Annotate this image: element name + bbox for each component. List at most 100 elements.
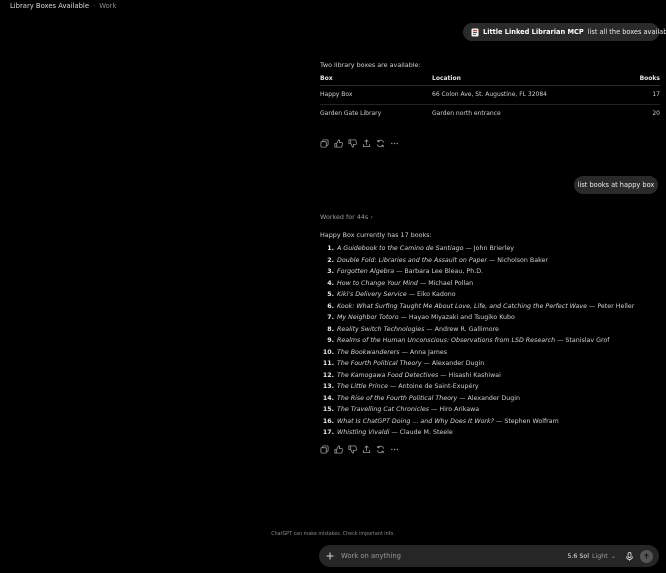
list-item: 13. The Little Prince — Antoine de Saint-… [320, 381, 634, 393]
header: Library Boxes Available · Work [10, 1, 116, 11]
thumbs-down-icon[interactable] [348, 139, 357, 148]
microphone-icon[interactable] [625, 551, 634, 561]
more-icon[interactable] [390, 139, 399, 148]
book-title: Whistling Vivaldi [337, 429, 390, 436]
book-title: How to Change Your Mind [337, 279, 418, 287]
book-title: The Travelling Cat Chronicles [337, 406, 430, 413]
copy-icon[interactable] [320, 139, 329, 148]
book-author: — Stanislav Grof [555, 337, 610, 344]
thumbs-down-icon[interactable] [348, 445, 357, 454]
more-icon[interactable] [390, 445, 399, 454]
book-author: — Barbara Lee Bleau, Ph.D. [394, 268, 484, 275]
book-number: 5. [327, 291, 334, 298]
thumbs-up-icon[interactable] [334, 139, 343, 148]
book-author: — Alexander Dugin [457, 394, 520, 402]
assistant-intro: Two library boxes are available: [320, 61, 421, 69]
book-author: — John Brierley [463, 245, 514, 252]
book-title: Double Fold: Libraries and the Assault o… [337, 256, 487, 264]
cell-books: 17 [628, 85, 660, 105]
chevron-right-icon: › [370, 213, 373, 221]
arrow-up-icon [644, 552, 649, 559]
list-item: 4. How to Change Your Mind — Michael Poll… [320, 278, 634, 290]
book-number: 10. [322, 348, 334, 356]
thumbs-up-icon[interactable] [334, 445, 343, 454]
book-title: The Kamogawa Food Detectives [337, 371, 439, 379]
book-number: 14. [322, 394, 334, 402]
message-actions-1 [320, 139, 399, 148]
cell-box: Garden Gate Library [320, 110, 382, 118]
copy-icon[interactable] [320, 445, 329, 454]
chevron-down-icon: ⌄ [610, 552, 616, 560]
user-message-1: Little Linked Librarian MCP list all the… [463, 23, 666, 41]
book-author: — Hisashi Kashiwai [438, 371, 501, 379]
boxes-table: Box Location Books Happy Box 66 Colon Av… [320, 73, 660, 123]
book-author: — Andrew R. Gallimore [424, 325, 499, 333]
list-item: 10. The Bookwanderers — Anna James [320, 347, 634, 359]
assistant-summary: Happy Box currently has 17 books: [320, 231, 432, 239]
list-item: 14. The Rise of the Fourth Political Theo… [320, 393, 634, 405]
book-title: The Bookwanderers [337, 348, 400, 356]
book-number: 16. [322, 417, 334, 425]
book-author: — Claude M. Steele [389, 429, 453, 436]
book-title: What Is ChatGPT Doing ... and Why Does I… [337, 417, 495, 425]
table-header-row: Box Location Books [320, 73, 660, 86]
book-number: 13. [322, 383, 334, 390]
send-button[interactable] [640, 549, 653, 563]
plus-icon[interactable] [325, 551, 335, 561]
list-item: 16. What Is ChatGPT Doing ... and Why Doe… [320, 416, 634, 428]
book-number: 15. [322, 406, 334, 413]
list-item: 7. My Neighbor Totoro — Hayao Miyazaki an… [320, 312, 634, 324]
list-item: 3. Forgotten Algebra — Barbara Lee Bleau,… [320, 266, 634, 278]
book-author: — Anna James [399, 348, 448, 356]
list-item: 6. Kook: What Surfing Taught Me About Lov… [320, 301, 634, 313]
book-number: 11. [322, 360, 334, 367]
cell-location: Garden north entrance [432, 110, 501, 118]
share-icon[interactable] [362, 445, 371, 454]
book-number: 6. [327, 302, 334, 310]
model-mode: Light [592, 552, 608, 560]
composer: 5.6 Sol Light ⌄ [319, 545, 659, 567]
book-title: Realms of the Human Unconscious: Observa… [337, 337, 556, 344]
book-author: — Stephen Wolfram [494, 417, 559, 425]
book-title: Kook: What Surfing Taught Me About Love,… [337, 302, 588, 310]
book-number: 4. [327, 279, 334, 287]
book-number: 2. [327, 256, 334, 264]
book-title: My Neighbor Totoro [337, 314, 399, 321]
cell-box: Happy Box [320, 85, 432, 105]
book-number: 1. [327, 245, 334, 252]
list-item: 11. The Fourth Political Theory — Alexand… [320, 358, 634, 370]
worked-for-toggle[interactable]: Worked for 44s › [320, 213, 373, 221]
list-item: 8. Reality Switch Technologies — Andrew R… [320, 324, 634, 336]
book-number: 9. [327, 337, 334, 344]
user-message-2: list books at happy box [574, 176, 658, 194]
list-item: 15. The Travelling Cat Chronicles — Hiro … [320, 404, 634, 416]
book-author: — Alexander Dugin [421, 360, 485, 367]
book-title: Kiki's Delivery Service [337, 291, 407, 298]
share-icon[interactable] [362, 139, 371, 148]
table-row: Happy Box 66 Colon Ave, St. Augustine, F… [320, 85, 660, 105]
book-list: 1. A Guidebook to the Camino de Santiago … [320, 243, 634, 439]
project-breadcrumb[interactable]: Work [99, 2, 116, 10]
book-number: 17. [322, 429, 334, 436]
regenerate-icon[interactable] [376, 139, 385, 148]
book-author: — Peter Heller [587, 302, 635, 310]
prompt-input[interactable] [341, 552, 541, 560]
model-selector[interactable]: 5.6 Sol Light ⌄ [567, 553, 616, 560]
user-message-text: list all the boxes available [587, 28, 666, 36]
chat-title[interactable]: Library Boxes Available [10, 2, 89, 10]
book-number: 7. [327, 314, 334, 321]
table-row: Garden Gate Library Garden north entranc… [320, 104, 660, 123]
book-number: 8. [327, 325, 334, 333]
book-author: — Nicholson Baker [486, 256, 548, 264]
worked-label: Worked for 44s [320, 213, 369, 221]
book-title: The Little Prince [337, 383, 388, 390]
cell-books: 20 [652, 110, 660, 118]
regenerate-icon[interactable] [376, 445, 385, 454]
book-title: Forgotten Algebra [337, 268, 395, 275]
book-author: — Hiro Arikawa [429, 406, 480, 413]
book-number: 3. [327, 268, 334, 275]
book-title: The Fourth Political Theory [337, 360, 422, 367]
mcp-tool-name: Little Linked Librarian MCP [483, 28, 584, 36]
list-item: 9. Realms of the Human Unconscious: Obser… [320, 335, 634, 347]
list-item: 17. Whistling Vivaldi — Claude M. Steele [320, 427, 634, 439]
